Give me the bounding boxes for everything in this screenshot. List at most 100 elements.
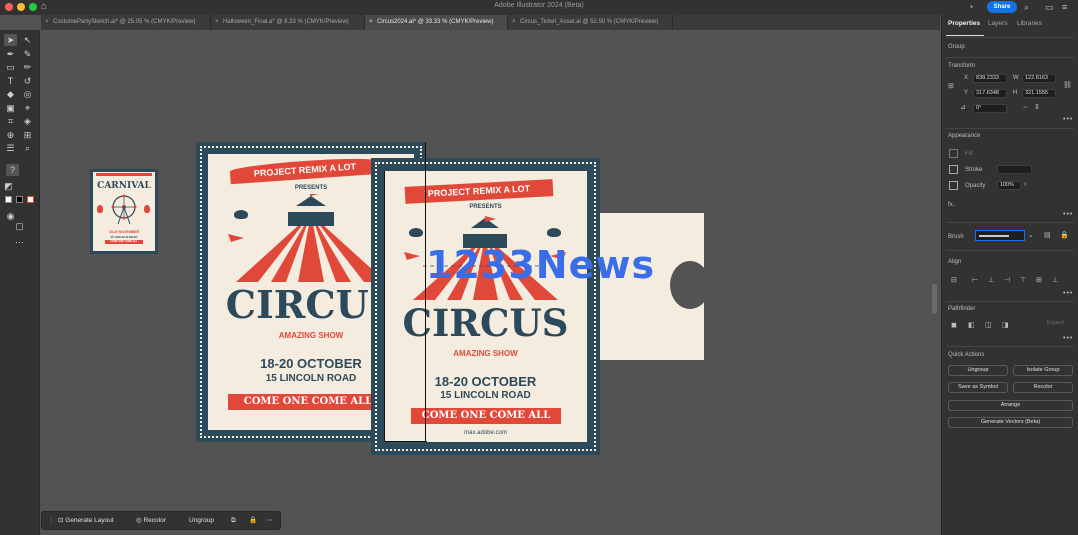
y-field[interactable]: 317.6348 [973, 89, 1007, 98]
ungroup-button[interactable]: Ungroup [189, 512, 214, 529]
more-options-icon[interactable]: ⋯ [266, 512, 273, 529]
x-field[interactable]: 838.2333 [973, 74, 1007, 83]
w-field[interactable]: 122.8163 [1022, 74, 1056, 83]
isolate-group-button[interactable]: Isolate Group [1013, 365, 1073, 376]
hand-tool-icon[interactable]: ☰ [4, 142, 17, 154]
divider [946, 301, 1074, 302]
close-tab-icon[interactable]: × [512, 15, 516, 30]
tab-label: Circus2024.ai* @ 33.33 % (CMYK/Preview) [377, 19, 494, 25]
h-field[interactable]: 321.1555 [1022, 89, 1056, 98]
align-left-icon[interactable]: ⊢ [972, 277, 978, 285]
tab-circus-ticket[interactable]: × Circus_Ticket_Asset.ai @ 52.50 % (CMYK… [508, 15, 673, 30]
lock-icon[interactable]: 🔒 [1060, 232, 1069, 240]
artboard-tool-icon[interactable]: ⊞ [21, 129, 34, 141]
warp-tool-icon[interactable]: ◎ [21, 88, 34, 100]
align-more-icon[interactable]: ••• [1063, 290, 1073, 297]
mask-right-icon [547, 228, 561, 237]
canvas[interactable]: CARNIVAL 18-20 NOVEMBER 15 LINCOLN ROAD … [41, 30, 940, 535]
transform-more-icon[interactable]: ••• [1063, 116, 1073, 123]
chevron-right-icon[interactable]: › [1024, 181, 1026, 189]
tab-halloween[interactable]: × Halloween_Final.a* @ 8.33 % (CMYK/Prev… [211, 15, 365, 30]
align-middle-v-icon[interactable]: ⊞ [1036, 277, 1042, 285]
none-color-icon[interactable] [27, 196, 34, 203]
fill-swatch-icon[interactable] [949, 149, 958, 158]
pen-tool-icon[interactable]: ✒ [4, 48, 17, 60]
opacity-field[interactable]: 100% [997, 181, 1021, 190]
mask-left-icon [234, 210, 248, 219]
align-right-icon[interactable]: ⊣ [1004, 277, 1010, 285]
pathfinder-more-icon[interactable]: ••• [1063, 335, 1073, 342]
pathfinder-expand-button[interactable]: Expand [1047, 320, 1064, 326]
ungroup-button[interactable]: Ungroup [948, 365, 1008, 376]
blend-tool-icon[interactable]: ⊕ [4, 129, 17, 141]
generate-layout-button[interactable]: ⊡ Generate Layout [58, 512, 114, 529]
pathfinder-exclude-icon[interactable]: ◨ [1002, 322, 1009, 330]
edit-toolbar-icon[interactable]: ⋯ [13, 236, 26, 248]
arrange-button[interactable]: Arrange [948, 400, 1073, 411]
align-center-h-icon[interactable]: ⊥ [988, 277, 994, 285]
tab-properties[interactable]: Properties [948, 20, 980, 27]
screen-mode-icon[interactable]: ▢ [13, 220, 26, 232]
fill-color-icon[interactable] [5, 196, 12, 203]
appearance-more-icon[interactable]: ••• [1063, 211, 1073, 218]
curvature-tool-icon[interactable]: ✎ [21, 48, 34, 60]
transform-title: Transform [948, 63, 976, 69]
recolor-button[interactable]: ◎ Recolor [136, 512, 166, 529]
rectangle-tool-icon[interactable]: ▭ [4, 61, 17, 73]
eyedropper-tool-icon[interactable]: ⌖ [21, 102, 34, 114]
constrain-proportions-icon[interactable]: ⛓ [1063, 82, 1072, 90]
gradient-tool-icon[interactable]: ◈ [21, 115, 34, 127]
fx-button[interactable]: fx. [948, 202, 954, 208]
align-top-icon[interactable]: ⊤ [1020, 277, 1026, 285]
pathfinder-minus-front-icon[interactable]: ◧ [968, 322, 975, 330]
flip-horizontal-icon[interactable]: ⇔ [1022, 104, 1029, 112]
drag-handle-icon[interactable]: ⋮ [48, 512, 55, 529]
chevron-down-icon[interactable]: ⌄ [1028, 232, 1034, 240]
close-tab-icon[interactable]: × [45, 15, 49, 30]
stroke-swatch-icon[interactable] [949, 165, 958, 174]
workspace-switcher-icon[interactable]: ▭ [1045, 1, 1054, 13]
eraser-tool-icon[interactable]: ◆ [4, 88, 17, 100]
align-to-icon[interactable]: ⊟ [951, 277, 957, 285]
search-icon[interactable]: ⌕ [1024, 1, 1029, 13]
circus-poster-front[interactable]: PROJECT REMIX A LOT PRESENTS CIRCUS AMAZ… [371, 158, 600, 455]
tab-layers[interactable]: Layers [988, 20, 1008, 27]
pathfinder-intersect-icon[interactable]: ◫ [985, 322, 992, 330]
tab-circus-2024[interactable]: × Circus2024.ai* @ 33.33 % (CMYK/Preview… [365, 15, 508, 30]
close-tab-icon[interactable]: × [215, 15, 219, 30]
carnival-poster-thumbnail[interactable]: CARNIVAL 18-20 NOVEMBER 15 LINCOLN ROAD … [90, 169, 158, 254]
lock-icon[interactable]: 🔒 [249, 512, 257, 529]
free-transform-tool-icon[interactable]: ▣ [4, 102, 17, 114]
tab-costume-party[interactable]: × CostumePartySketch.ai* @ 25.05 % (CMYK… [41, 15, 211, 30]
brush-picker[interactable] [975, 230, 1025, 241]
generate-vectors-button[interactable]: Generate Vectors (Beta) [948, 417, 1073, 428]
tab-libraries[interactable]: Libraries [1017, 20, 1042, 27]
fill-stroke-swatch-icon[interactable]: ◩ [2, 180, 15, 192]
divider [946, 250, 1074, 251]
direct-selection-tool-icon[interactable]: ↖ [21, 34, 34, 46]
stroke-color-icon[interactable] [16, 196, 23, 203]
zoom-tool-icon[interactable]: ⌕ [21, 142, 34, 154]
pencil-tool-icon[interactable]: ✏ [21, 61, 34, 73]
canvas-scrollbar[interactable] [932, 284, 937, 314]
brush-libraries-icon[interactable]: ▤ [1044, 232, 1051, 240]
reference-point-icon[interactable]: ⊞ [948, 83, 954, 91]
rotate-field[interactable]: 0° [973, 104, 1007, 113]
align-bottom-icon[interactable]: ⊥ [1052, 277, 1058, 285]
share-button[interactable]: Share [987, 1, 1017, 13]
save-as-symbol-button[interactable]: Save as Symbol [948, 382, 1008, 393]
stroke-weight-field[interactable] [997, 165, 1032, 174]
close-tab-icon[interactable]: × [369, 15, 373, 30]
document-tab-bar: × CostumePartySketch.ai* @ 25.05 % (CMYK… [41, 15, 940, 30]
rotate-tool-icon[interactable]: ↺ [21, 75, 34, 87]
pathfinder-unite-icon[interactable]: ◼ [951, 322, 957, 330]
bell-icon[interactable]: ◔ [968, 1, 973, 13]
arrange-documents-icon[interactable]: ≡ [1062, 1, 1067, 13]
duplicate-icon[interactable]: ⧉ [231, 512, 236, 529]
shape-builder-tool-icon[interactable]: ⌗ [4, 115, 17, 127]
type-tool-icon[interactable]: T [4, 75, 17, 87]
selection-tool-icon[interactable]: ➤ [4, 34, 17, 46]
recolor-button[interactable]: Recolor [1013, 382, 1073, 393]
help-icon[interactable]: ? [6, 164, 19, 176]
flip-vertical-icon[interactable]: ⇕ [1034, 104, 1040, 112]
